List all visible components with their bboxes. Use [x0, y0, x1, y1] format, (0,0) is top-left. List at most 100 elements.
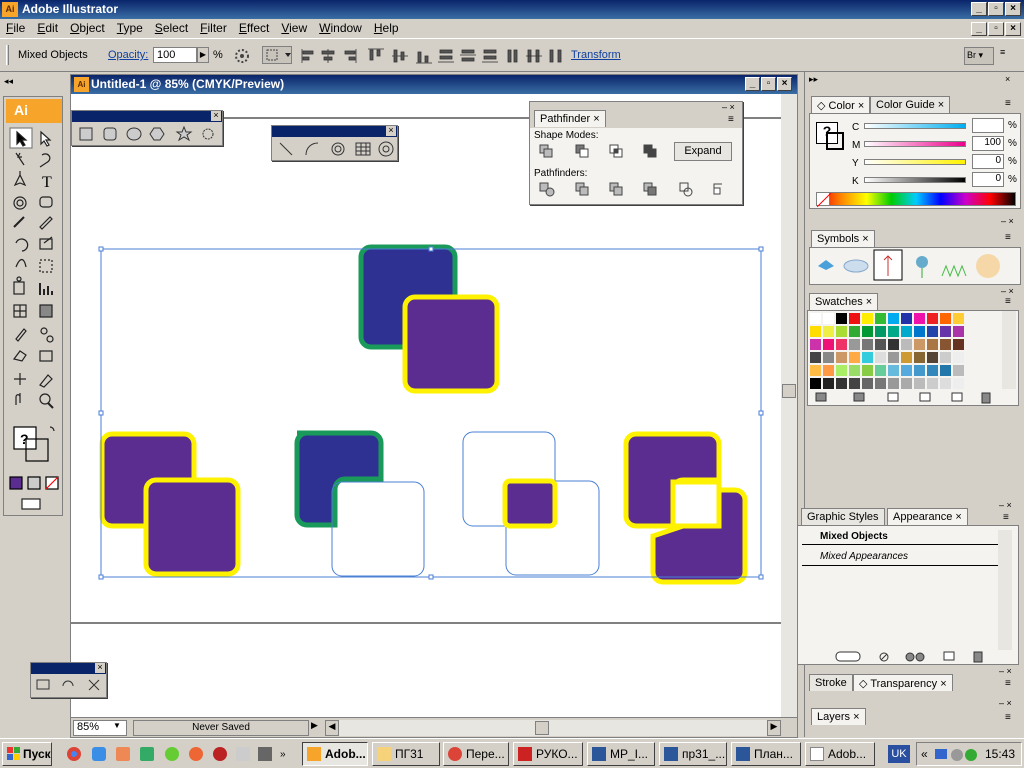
swatches-scrollbar[interactable]: [1002, 311, 1016, 389]
language-indicator[interactable]: UK: [888, 745, 910, 763]
horizontal-scroll-thumb[interactable]: [535, 721, 549, 735]
status-next-arrow[interactable]: ▶: [311, 720, 325, 736]
start-button[interactable]: Пуск: [2, 742, 52, 766]
swatch[interactable]: [927, 313, 938, 324]
swatch[interactable]: [810, 378, 821, 389]
swatch[interactable]: [823, 326, 834, 337]
swatch[interactable]: [940, 378, 951, 389]
swatch[interactable]: [862, 352, 873, 363]
vertical-scroll-thumb[interactable]: [782, 384, 796, 398]
swatch[interactable]: [914, 326, 925, 337]
menu-file[interactable]: File: [0, 19, 31, 35]
tools-grid[interactable]: T ?: [8, 127, 62, 511]
taskbar-pdf[interactable]: РУКО...: [513, 742, 583, 766]
swatch[interactable]: [888, 339, 899, 350]
recolor-artwork-icon[interactable]: [234, 48, 250, 64]
status-field[interactable]: Never Saved: [133, 720, 309, 736]
swatch[interactable]: [849, 352, 860, 363]
tab-pathfinder[interactable]: Pathfinder ×: [534, 110, 606, 127]
opacity-link[interactable]: Opacity:: [108, 49, 148, 61]
swatch[interactable]: [927, 326, 938, 337]
none-color-icon[interactable]: [816, 192, 832, 208]
tab-color[interactable]: ◇ Color ×: [811, 96, 871, 113]
swatch[interactable]: [888, 365, 899, 376]
menu-edit[interactable]: Edit: [31, 19, 64, 35]
control-bar-menu-icon[interactable]: ≡: [1000, 47, 1012, 65]
swatch[interactable]: [953, 365, 964, 376]
swatch[interactable]: [888, 352, 899, 363]
swatch[interactable]: [914, 313, 925, 324]
doc-window-maximize[interactable]: ▫: [761, 77, 776, 91]
taskbar-folder[interactable]: ПГ31: [372, 742, 440, 766]
swatch[interactable]: [849, 365, 860, 376]
channel-m-slider[interactable]: [864, 141, 966, 147]
tab-stroke[interactable]: Stroke: [809, 674, 853, 691]
swatch[interactable]: [953, 339, 964, 350]
blend-tools-row[interactable]: [33, 676, 108, 698]
channel-y-input[interactable]: 0: [972, 154, 1004, 169]
clock[interactable]: 15:43: [985, 747, 1015, 761]
hscroll-left-arrow[interactable]: ◀: [325, 720, 339, 736]
channel-k-input[interactable]: 0: [972, 172, 1004, 187]
flyout-close-icon[interactable]: ×: [95, 663, 105, 673]
menu-type[interactable]: Type: [111, 19, 149, 35]
stroke-panel-controls[interactable]: – ×: [999, 666, 1012, 676]
taskbar-chrome[interactable]: Пере...: [443, 742, 509, 766]
swatch[interactable]: [901, 313, 912, 324]
swatch[interactable]: [927, 365, 938, 376]
tab-layers[interactable]: Layers ×: [811, 708, 866, 725]
pathfinder-minimize-icon[interactable]: – ×: [722, 102, 735, 112]
doc-close-button[interactable]: ×: [1005, 22, 1021, 36]
swatch[interactable]: [849, 339, 860, 350]
menu-object[interactable]: Object: [64, 19, 111, 35]
swatch[interactable]: [810, 365, 821, 376]
tab-transparency[interactable]: ◇ Transparency ×: [853, 674, 953, 691]
swatch[interactable]: [810, 352, 821, 363]
swatch[interactable]: [927, 378, 938, 389]
layers-panel-controls[interactable]: – ×: [999, 698, 1012, 708]
swatch[interactable]: [862, 378, 873, 389]
tab-color-guide[interactable]: Color Guide ×: [870, 96, 951, 113]
shape-tools-row[interactable]: [76, 124, 226, 146]
taskbar-word-3[interactable]: План...: [731, 742, 801, 766]
quick-launch-icons[interactable]: »: [64, 745, 294, 763]
swatch[interactable]: [875, 313, 886, 324]
channel-m-input[interactable]: 100: [972, 136, 1004, 151]
layers-panel-menu-icon[interactable]: ≡: [1005, 712, 1011, 723]
swatch[interactable]: [823, 365, 834, 376]
taskbar-illustrator-2[interactable]: Adob...: [805, 742, 875, 766]
swatch[interactable]: [849, 378, 860, 389]
horizontal-scrollbar[interactable]: [339, 720, 767, 736]
doc-minimize-button[interactable]: _: [971, 22, 987, 36]
swatch[interactable]: [823, 313, 834, 324]
swatch[interactable]: [953, 378, 964, 389]
swatch[interactable]: [953, 352, 964, 363]
appearance-scrollbar[interactable]: [998, 530, 1012, 650]
vertical-scrollbar[interactable]: [781, 94, 797, 717]
tab-graphic-styles[interactable]: Graphic Styles: [801, 508, 885, 525]
swatches-panel-menu-icon[interactable]: ≡: [1005, 296, 1011, 307]
swatch[interactable]: [810, 313, 821, 324]
color-panel-menu-icon[interactable]: ≡: [1005, 98, 1011, 109]
swatch[interactable]: [836, 378, 847, 389]
swatch[interactable]: [901, 365, 912, 376]
tab-appearance[interactable]: Appearance ×: [887, 508, 968, 525]
taskbar-illustrator-active[interactable]: Adob...: [302, 742, 368, 766]
taskbar-word-2[interactable]: пр31_...: [659, 742, 727, 766]
dock-close-icon[interactable]: ×: [1005, 74, 1010, 84]
swatch[interactable]: [862, 326, 873, 337]
menu-view[interactable]: View: [275, 19, 313, 35]
swatch[interactable]: [901, 326, 912, 337]
transform-link[interactable]: Transform: [571, 49, 621, 61]
swatch[interactable]: [888, 378, 899, 389]
swatch[interactable]: [940, 352, 951, 363]
swatch[interactable]: [875, 339, 886, 350]
maximize-button[interactable]: ▫: [988, 2, 1004, 16]
swatch[interactable]: [823, 339, 834, 350]
expand-button[interactable]: Expand: [674, 142, 732, 161]
swatch[interactable]: [823, 378, 834, 389]
swatch[interactable]: [836, 352, 847, 363]
shape-mode-buttons[interactable]: [536, 142, 666, 160]
swatch[interactable]: [953, 326, 964, 337]
symbols-panel-menu-icon[interactable]: ≡: [1005, 232, 1011, 243]
